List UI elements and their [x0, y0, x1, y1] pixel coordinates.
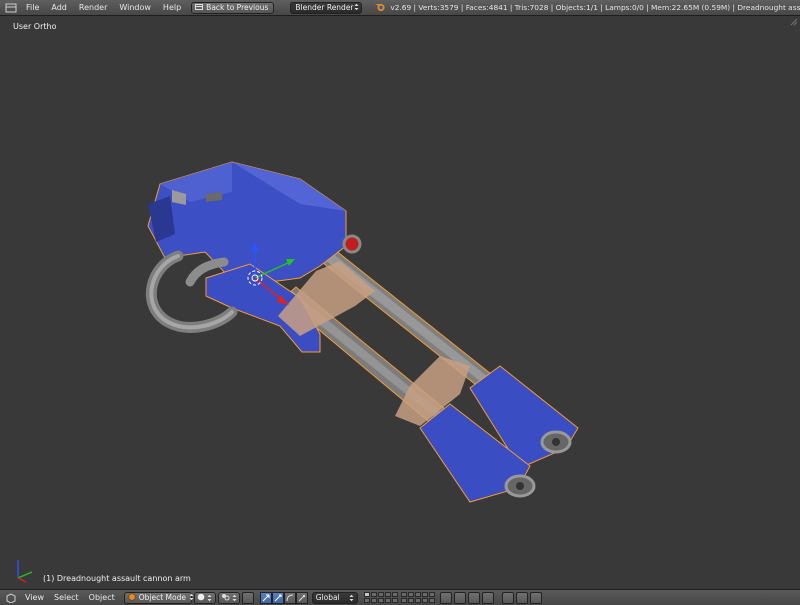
- layer-toggle[interactable]: [370, 592, 377, 597]
- updown-arrows-icon: [354, 3, 359, 13]
- interaction-mode-select[interactable]: Object Mode: [123, 591, 194, 604]
- scene-stats: v2.69 | Verts:3579 | Faces:4841 | Tris:7…: [390, 3, 800, 12]
- render-engine-value: Blender Render: [295, 3, 354, 12]
- scene-layers[interactable]: [363, 592, 438, 603]
- interaction-mode-value: Object Mode: [138, 593, 186, 602]
- 3d-view-header: View Select Object Object Mode Global: [0, 589, 800, 605]
- menu-window[interactable]: Window: [113, 0, 157, 15]
- back-to-previous-button[interactable]: Back to Previous: [191, 1, 275, 14]
- menu-render[interactable]: Render: [73, 0, 113, 15]
- editor-type-icon[interactable]: [5, 3, 17, 13]
- rear-cylinder: [342, 234, 362, 254]
- rotate-tool-button[interactable]: [283, 591, 296, 604]
- updown-arrows-icon: [207, 594, 212, 601]
- info-header: File Add Render Window Help Back to Prev…: [0, 0, 800, 16]
- view-axes-icon: [17, 560, 33, 583]
- layer-toggle[interactable]: [407, 598, 414, 603]
- render-engine-select[interactable]: Blender Render: [290, 1, 363, 14]
- lock-camera-icon[interactable]: [439, 591, 452, 604]
- layer-toggle[interactable]: [414, 592, 421, 597]
- pivot-point-icon: [221, 593, 230, 603]
- layer-block-right[interactable]: [400, 592, 435, 603]
- layer-toggle[interactable]: [391, 598, 398, 603]
- object-mode-cube-icon: [128, 592, 136, 603]
- proportional-editing-icon[interactable]: [453, 591, 466, 604]
- menu-view[interactable]: View: [20, 593, 49, 602]
- snap-toggle-icon[interactable]: [467, 591, 480, 604]
- render-animation-icon[interactable]: [515, 591, 528, 604]
- rotate-arc-icon: [286, 594, 293, 601]
- scale-icon: [298, 594, 305, 601]
- layer-toggle[interactable]: [421, 592, 428, 597]
- scale-tool-button[interactable]: [295, 591, 308, 604]
- back-arrow-icon: [195, 3, 204, 13]
- menu-select[interactable]: Select: [49, 593, 84, 602]
- opengl-render-icon[interactable]: [529, 591, 542, 604]
- back-to-previous-label: Back to Previous: [206, 3, 269, 12]
- transform-orientation-select[interactable]: Global: [311, 591, 358, 604]
- layer-toggle[interactable]: [400, 592, 407, 597]
- layer-toggle[interactable]: [377, 592, 384, 597]
- layer-toggle[interactable]: [384, 592, 391, 597]
- layer-toggle[interactable]: [421, 598, 428, 603]
- layer-toggle[interactable]: [414, 598, 421, 603]
- layer-toggle[interactable]: [400, 598, 407, 603]
- layer-toggle[interactable]: [377, 598, 384, 603]
- layer-toggle[interactable]: [384, 598, 391, 603]
- layer-toggle[interactable]: [391, 592, 398, 597]
- render-image-icon[interactable]: [501, 591, 514, 604]
- manipulator-enable-button[interactable]: [259, 591, 272, 604]
- 3d-view-editor-icon[interactable]: [5, 592, 17, 603]
- manipulator-arrows-icon: [262, 594, 270, 601]
- menu-add[interactable]: Add: [45, 0, 73, 15]
- snap-element-icon[interactable]: [481, 591, 494, 604]
- viewport-shading-select[interactable]: [193, 591, 216, 604]
- pivot-point-select[interactable]: [217, 591, 240, 604]
- 3d-viewport[interactable]: User Ortho (1) Dreadnought assault canno…: [0, 16, 800, 589]
- manipulator-toggle-icon[interactable]: [241, 591, 254, 604]
- layer-toggle[interactable]: [428, 598, 435, 603]
- assault-cannon-model[interactable]: [145, 161, 579, 503]
- translate-arrow-icon: [274, 594, 282, 601]
- layer-toggle[interactable]: [363, 598, 370, 603]
- translate-tool-button[interactable]: [271, 591, 284, 604]
- menu-help[interactable]: Help: [157, 0, 187, 15]
- updown-arrows-icon: [349, 594, 354, 601]
- layer-toggle[interactable]: [428, 592, 435, 597]
- layer-toggle[interactable]: [407, 592, 414, 597]
- layer-toggle[interactable]: [370, 598, 377, 603]
- menu-object[interactable]: Object: [84, 593, 120, 602]
- blender-logo-icon: [374, 2, 386, 14]
- menu-file[interactable]: File: [20, 0, 45, 15]
- updown-arrows-icon: [232, 594, 237, 601]
- transform-orientation-value: Global: [315, 593, 340, 602]
- solid-shading-sphere-icon: [197, 593, 205, 603]
- model-scene[interactable]: [0, 16, 800, 589]
- layer-toggle[interactable]: [363, 592, 370, 597]
- layer-block-left[interactable]: [363, 592, 398, 603]
- active-object-label: (1) Dreadnought assault cannon arm: [43, 574, 191, 583]
